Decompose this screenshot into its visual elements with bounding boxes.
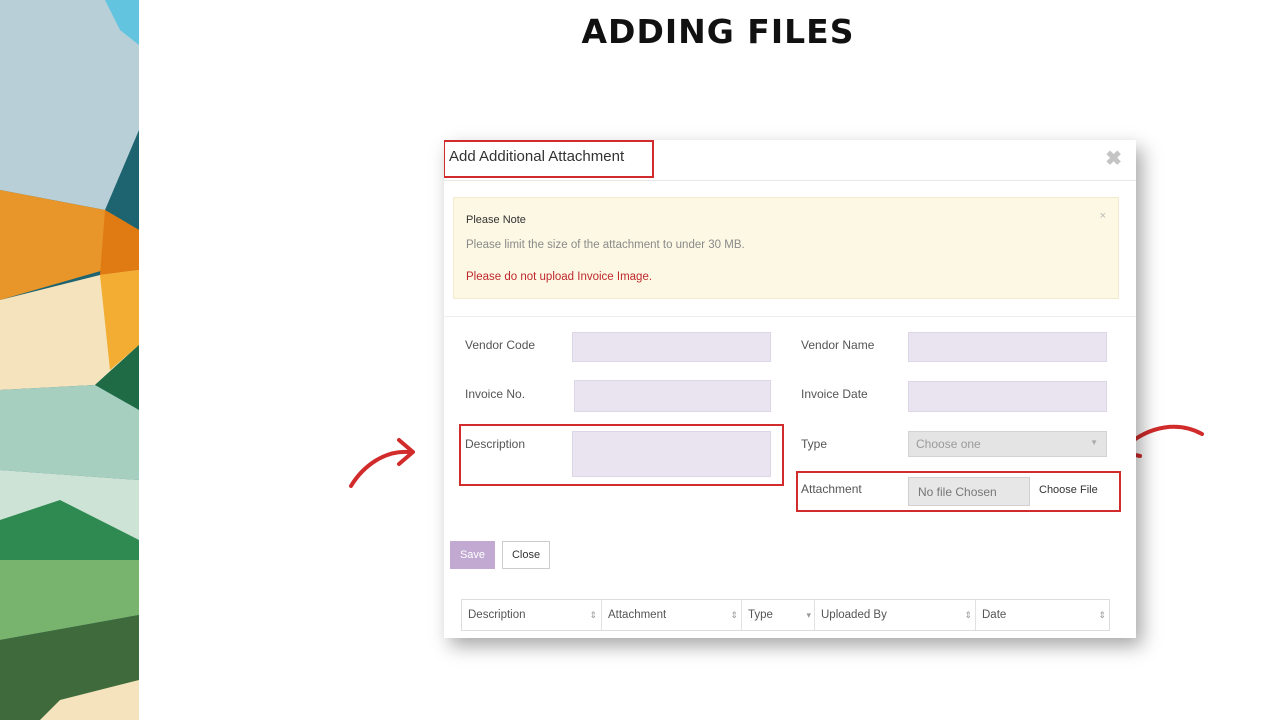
note-alert: Please Note Please limit the size of the…: [453, 197, 1119, 299]
column-header-label: Attachment: [608, 609, 667, 621]
alert-warning: Please do not upload Invoice Image.: [466, 271, 653, 283]
alert-heading: Please Note: [466, 214, 526, 226]
chevron-down-icon: ▼: [1090, 438, 1098, 447]
close-icon[interactable]: ✖: [1105, 146, 1122, 171]
decorative-side-band: [0, 0, 139, 720]
save-button[interactable]: Save: [450, 541, 495, 569]
column-header-label: Description: [468, 609, 526, 621]
invoice-no-label: Invoice No.: [465, 387, 526, 401]
title-highlight-box: [444, 140, 654, 178]
sort-icon: ⇕: [1098, 610, 1106, 620]
column-header-uploaded-by[interactable]: Uploaded By ⇕: [814, 600, 976, 630]
left-arrow-icon: [349, 438, 415, 488]
add-attachment-modal: Add Additional Attachment ✖ Please Note …: [444, 140, 1136, 638]
vendor-name-field[interactable]: [908, 332, 1107, 362]
alert-close-icon[interactable]: ×: [1100, 210, 1106, 222]
alert-size-limit: Please limit the size of the attachment …: [466, 239, 745, 251]
column-header-description[interactable]: Description ⇕: [462, 600, 601, 630]
header-divider: [444, 180, 1136, 181]
close-button[interactable]: Close: [502, 541, 550, 569]
form-divider: [444, 316, 1136, 317]
attachments-table-header: Description ⇕ Attachment ⇕ Type ▾ Upload…: [461, 599, 1110, 631]
attachment-highlight-box: [796, 471, 1121, 512]
column-header-date[interactable]: Date ⇕: [975, 600, 1110, 630]
column-header-label: Date: [982, 609, 1007, 621]
sort-icon: ⇕: [589, 610, 597, 620]
vendor-name-label: Vendor Name: [801, 338, 875, 352]
column-header-label: Uploaded By: [821, 609, 887, 621]
vendor-code-label: Vendor Code: [465, 338, 536, 352]
slide-title: ADDING FILES: [581, 12, 855, 51]
column-header-attachment[interactable]: Attachment ⇕: [601, 600, 742, 630]
column-header-type[interactable]: Type ▾: [741, 600, 815, 630]
invoice-no-field[interactable]: [574, 380, 771, 412]
sort-icon: ⇕: [730, 610, 738, 620]
column-header-label: Type: [748, 609, 773, 621]
invoice-date-label: Invoice Date: [801, 387, 868, 401]
sort-icon: ⇕: [964, 610, 972, 620]
description-highlight-box: [459, 424, 784, 486]
type-select-value: Choose one: [916, 437, 981, 451]
type-select[interactable]: Choose one ▼: [908, 431, 1107, 457]
vendor-code-field[interactable]: [572, 332, 771, 362]
invoice-date-field[interactable]: [908, 381, 1107, 412]
type-label: Type: [801, 437, 828, 451]
sort-icon: ▾: [806, 610, 811, 620]
